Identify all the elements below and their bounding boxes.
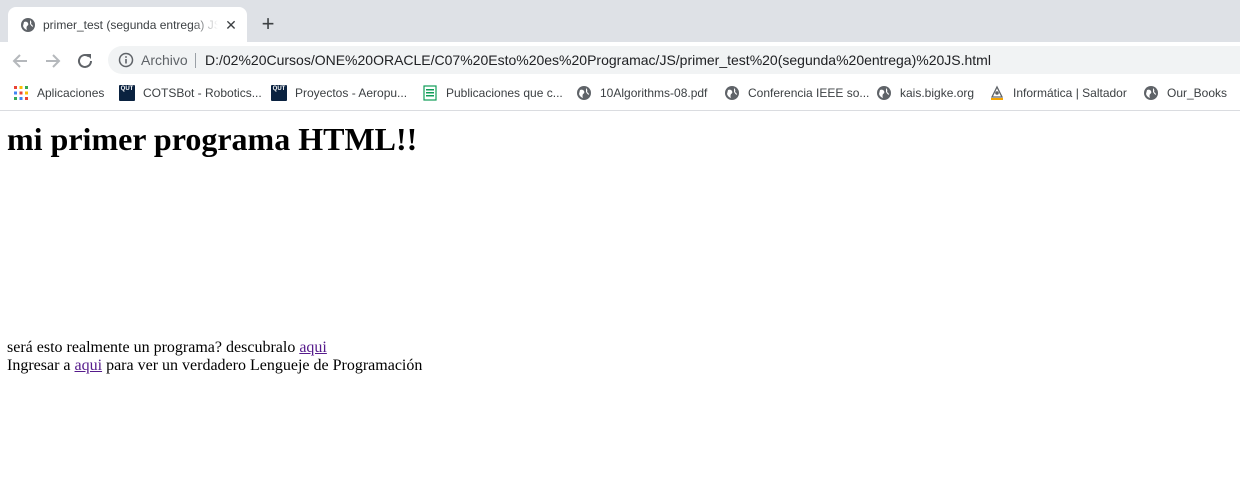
omnibox-divider xyxy=(195,53,196,68)
bookmarks-bar: Aplicaciones QUT COTSBot - Robotics... Q… xyxy=(0,79,1240,111)
close-icon[interactable]: ✕ xyxy=(223,17,239,33)
reload-icon[interactable] xyxy=(74,50,96,72)
bookmark-label: kais.bigke.org xyxy=(900,86,975,100)
url-text[interactable]: D:/02%20Cursos/ONE%20ORACLE/C07%20Esto%2… xyxy=(205,52,991,68)
globe-icon xyxy=(725,86,739,100)
bookmark-item[interactable]: 10Algorithms-08.pdf xyxy=(576,79,707,107)
bookmark-label: Informática | Saltador xyxy=(1013,86,1127,100)
bookmark-item[interactable]: kais.bigke.org xyxy=(876,79,974,107)
bookmark-item[interactable]: QUT Proyectos - Aeropu... xyxy=(271,79,407,107)
bookmark-item[interactable]: Conferencia IEEE so... xyxy=(724,79,869,107)
bookmark-item[interactable]: Publicaciones que c... xyxy=(422,79,563,107)
qut-logo-icon: QUT xyxy=(271,85,287,101)
browser-toolbar: Archivo D:/02%20Cursos/ONE%20ORACLE/C07%… xyxy=(0,42,1240,79)
globe-icon xyxy=(1144,86,1158,100)
bookmark-label: Proyectos - Aeropu... xyxy=(295,86,408,100)
bookmark-item[interactable]: QUT COTSBot - Robotics... xyxy=(119,79,262,107)
bookmark-item[interactable]: Our_Books xyxy=(1143,79,1227,107)
bookmark-label: Publicaciones que c... xyxy=(446,86,563,100)
globe-icon xyxy=(577,86,591,100)
apps-grid-icon xyxy=(14,86,28,100)
saltador-icon xyxy=(990,85,1004,100)
tab-strip: primer_test (segunda entrega) JS.html ✕ … xyxy=(0,0,1240,42)
paragraph-ingresar: Ingresar a aqui para ver un verdadero Le… xyxy=(7,357,422,375)
paragraph-question: será esto realmente un programa? descubr… xyxy=(7,339,327,357)
bookmark-label: COTSBot - Robotics... xyxy=(143,86,262,100)
bookmark-label: Aplicaciones xyxy=(37,86,105,100)
globe-icon xyxy=(21,18,35,32)
sheet-icon xyxy=(423,85,437,101)
ingresar-suffix-text: para ver un verdadero Lengueje de Progra… xyxy=(102,357,423,374)
scheme-label: Archivo xyxy=(141,52,188,68)
ingresar-text: Ingresar a xyxy=(7,357,75,374)
back-arrow-icon[interactable] xyxy=(9,50,31,72)
bookmark-label: Our_Books xyxy=(1167,86,1228,100)
page-content: mi primer programa HTML!! será esto real… xyxy=(0,111,1240,502)
qut-logo-icon: QUT xyxy=(119,85,135,101)
tab-title: primer_test (segunda entrega) JS.html xyxy=(43,18,218,32)
forward-arrow-icon[interactable] xyxy=(42,50,64,72)
address-bar[interactable]: Archivo D:/02%20Cursos/ONE%20ORACLE/C07%… xyxy=(108,46,1240,74)
globe-icon xyxy=(877,86,891,100)
aqui-link-2[interactable]: aqui xyxy=(75,357,103,374)
page-title: mi primer programa HTML!! xyxy=(7,121,418,157)
new-tab-button[interactable]: + xyxy=(257,13,279,36)
bookmark-label: 10Algorithms-08.pdf xyxy=(600,86,708,100)
bookmark-item[interactable]: Informática | Saltador xyxy=(989,79,1127,107)
info-icon[interactable] xyxy=(118,52,134,68)
bookmark-label: Conferencia IEEE so... xyxy=(748,86,870,100)
bookmark-item[interactable]: Aplicaciones xyxy=(13,79,104,107)
aqui-link-1[interactable]: aqui xyxy=(299,339,327,356)
question-text: será esto realmente un programa? descubr… xyxy=(7,339,300,356)
active-tab[interactable]: primer_test (segunda entrega) JS.html ✕ xyxy=(8,7,247,42)
